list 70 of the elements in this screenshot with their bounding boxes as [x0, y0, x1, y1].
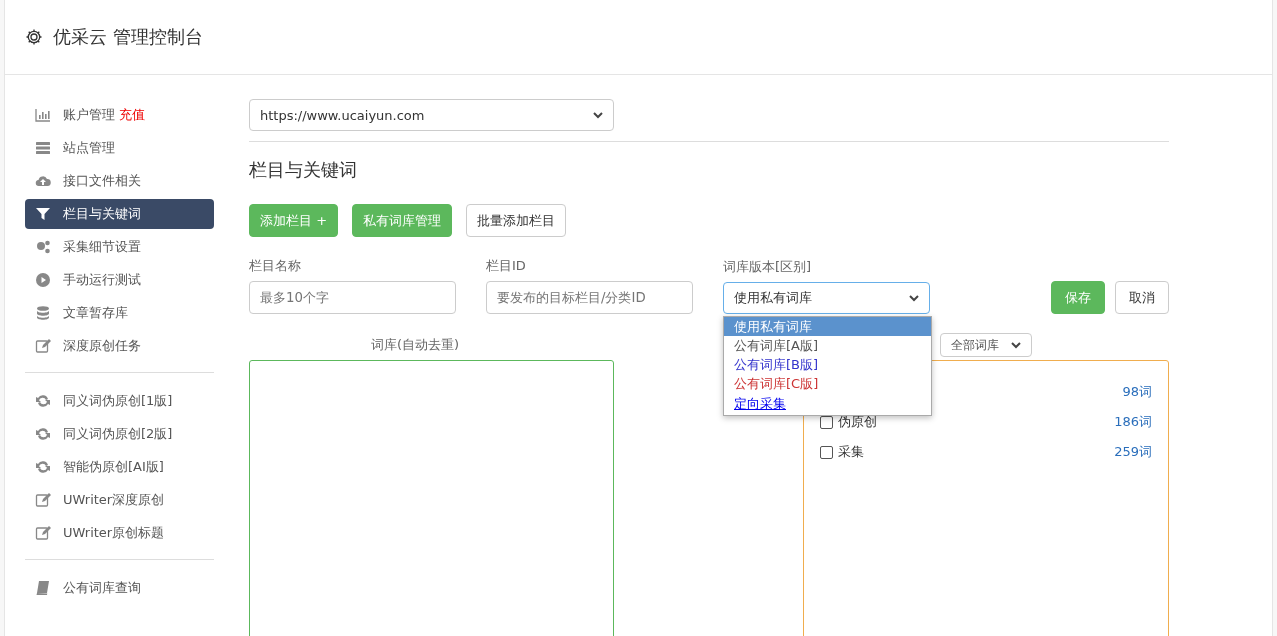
- field-label: 词库版本[区别]: [723, 258, 813, 276]
- collect-link[interactable]: 定向采集: [724, 393, 796, 415]
- item-label: UWriter深度原创: [63, 491, 165, 509]
- item-label: 公有词库查询: [63, 579, 141, 597]
- database-icon: [35, 305, 51, 321]
- field-label: 栏目ID: [486, 257, 527, 275]
- chevron-icon: [909, 293, 919, 303]
- library-name: 采集: [838, 443, 864, 461]
- sidebar-item[interactable]: 公有词库查询: [25, 573, 214, 603]
- keywords-label: 词库(自动去重): [371, 336, 461, 354]
- edit-icon: [35, 492, 51, 508]
- sidebar-item[interactable]: 文章暂存库: [25, 298, 214, 328]
- sidebar-item[interactable]: 栏目与关键词: [25, 199, 214, 229]
- sidebar-item[interactable]: UWriter原创标题: [25, 518, 214, 548]
- keywords-field[interactable]: [249, 360, 614, 636]
- refresh-icon: [35, 426, 51, 442]
- item-label: 深度原创任务: [63, 337, 141, 355]
- sidebar-item[interactable]: 同义词伪原创[1版]: [25, 386, 214, 416]
- cloud-icon: [35, 173, 51, 189]
- item-label: 接口文件相关: [63, 172, 141, 190]
- dropdown-option[interactable]: 公有词库[A版]: [724, 336, 931, 355]
- word-count: 259词: [1114, 443, 1152, 461]
- library-select[interactable]: 使用私有词库: [723, 282, 930, 314]
- edit-icon: [35, 525, 51, 541]
- item-label: UWriter原创标题: [63, 524, 165, 542]
- item-label: 采集细节设置: [63, 238, 141, 256]
- input-field[interactable]: 要发布的目标栏目/分类ID: [486, 281, 693, 314]
- sidebar-item[interactable]: 智能伪原创[AI版]: [25, 452, 214, 482]
- item-label: 同义词伪原创[1版]: [63, 392, 173, 410]
- item-label: 同义词伪原创[2版]: [63, 425, 173, 443]
- checkbox[interactable]: [820, 445, 833, 459]
- sidebar-item[interactable]: 账户管理 充值: [25, 100, 214, 130]
- item-label: 手动运行测试: [63, 271, 141, 289]
- filter-select[interactable]: 全部词库: [940, 333, 1032, 357]
- cancel-button[interactable]: 取消: [1115, 281, 1169, 314]
- sidebar-item[interactable]: 同义词伪原创[2版]: [25, 419, 214, 449]
- play-icon: [35, 272, 51, 288]
- input-field[interactable]: 最多10个字: [249, 281, 456, 314]
- item-label: 站点管理: [63, 139, 115, 157]
- sidebar-item[interactable]: UWriter深度原创: [25, 485, 214, 515]
- edit-icon: [35, 338, 51, 354]
- toolbar-button[interactable]: 批量添加栏目: [466, 204, 567, 237]
- word-count: 186词: [1114, 413, 1152, 431]
- dropdown-option[interactable]: 公有词库[C版]: [724, 374, 931, 393]
- sidebar-item[interactable]: 深度原创任务: [25, 331, 214, 361]
- site-select[interactable]: https://www.ucaiyun.com: [249, 99, 614, 131]
- sidebar-item[interactable]: 站点管理: [25, 133, 214, 163]
- item-label: 栏目与关键词: [63, 205, 141, 223]
- filter-icon: [35, 206, 51, 222]
- item-label: 文章暂存库: [63, 304, 128, 322]
- recharge-link[interactable]: 充值: [119, 106, 145, 124]
- chevron-icon: [593, 110, 603, 120]
- library-name: 伪原创: [838, 413, 877, 431]
- console-title: 优采云 管理控制台: [53, 25, 203, 49]
- refresh-icon: [35, 393, 51, 409]
- section-title: 栏目与关键词: [249, 158, 358, 182]
- item-label: 账户管理: [63, 106, 115, 124]
- settings-icon: [25, 28, 43, 46]
- sidebar-item[interactable]: 手动运行测试: [25, 265, 214, 295]
- refresh-icon: [35, 459, 51, 475]
- word-count: 98词: [1122, 383, 1152, 401]
- chevron-icon: [1011, 340, 1021, 350]
- server-icon: [35, 140, 51, 156]
- sidebar-item[interactable]: 接口文件相关: [25, 166, 214, 196]
- dropdown-option[interactable]: 公有词库[B版]: [724, 355, 931, 374]
- item-label: 智能伪原创[AI版]: [63, 458, 164, 476]
- book-icon: [35, 580, 51, 596]
- chart-icon: [35, 107, 51, 123]
- sidebar-item[interactable]: 采集细节设置: [25, 232, 214, 262]
- field-label: 栏目名称: [249, 257, 302, 275]
